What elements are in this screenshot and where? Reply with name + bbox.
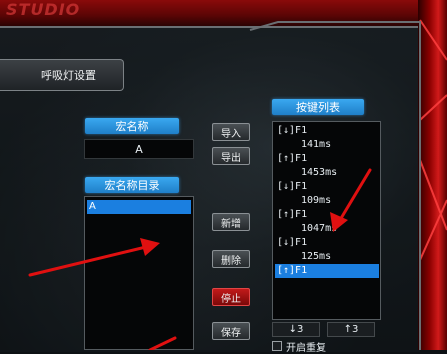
macro-name-label-text: 宏名称 bbox=[115, 120, 149, 133]
macro-list-item-label: A bbox=[89, 201, 96, 212]
key-row-text: [↑]F1 bbox=[277, 265, 308, 276]
new-button-label: 新增 bbox=[221, 218, 241, 230]
key-row[interactable]: [↑]F1 bbox=[275, 152, 379, 166]
macro-catalog-label: 宏名称目录 bbox=[85, 177, 179, 193]
key-row[interactable]: 141ms bbox=[275, 138, 379, 152]
macro-catalog-label-text: 宏名称目录 bbox=[104, 179, 160, 192]
stop-button[interactable]: 停止 bbox=[212, 288, 250, 306]
key-row[interactable]: 1453ms bbox=[275, 166, 379, 180]
import-button-label: 导入 bbox=[221, 128, 241, 140]
title-bar: STUDIO bbox=[0, 0, 447, 26]
breath-light-settings-button[interactable]: 呼吸灯设置 bbox=[0, 59, 124, 91]
repeat-label: 开启重复 bbox=[286, 343, 326, 354]
app-title: STUDIO bbox=[6, 0, 81, 19]
macro-name-label: 宏名称 bbox=[85, 118, 179, 134]
key-down-count-text: ↓3 bbox=[288, 324, 304, 335]
macro-catalog-list[interactable]: A bbox=[84, 196, 194, 350]
key-list-label-text: 按键列表 bbox=[296, 101, 340, 114]
key-row[interactable]: [↓]F1 bbox=[275, 124, 379, 138]
key-row-text: 1453ms bbox=[301, 167, 338, 178]
key-row-text: [↑]F1 bbox=[277, 153, 308, 164]
stop-button-label: 停止 bbox=[221, 293, 241, 305]
key-row[interactable]: [↑]F1 bbox=[275, 208, 379, 222]
key-row[interactable]: [↓]F1 bbox=[275, 180, 379, 194]
key-row-text: 1047ms bbox=[301, 223, 338, 234]
key-list-label: 按键列表 bbox=[272, 99, 364, 115]
save-button-label: 保存 bbox=[221, 327, 241, 339]
new-button[interactable]: 新增 bbox=[212, 213, 250, 231]
key-up-count-text: ↑3 bbox=[343, 324, 359, 335]
delete-button-label: 删除 bbox=[221, 255, 241, 267]
delete-button[interactable]: 删除 bbox=[212, 250, 250, 268]
key-row-text: 109ms bbox=[301, 195, 332, 206]
key-down-count: ↓3 bbox=[272, 322, 320, 337]
macro-name-field[interactable]: A bbox=[84, 139, 194, 159]
key-row-text: 141ms bbox=[301, 139, 332, 150]
key-row[interactable]: 125ms bbox=[275, 250, 379, 264]
key-row-selected[interactable]: [↑]F1 bbox=[275, 264, 379, 278]
key-row-text: [↓]F1 bbox=[277, 125, 308, 136]
export-button-label: 导出 bbox=[221, 152, 241, 164]
breath-light-settings-label: 呼吸灯设置 bbox=[41, 69, 96, 82]
export-button[interactable]: 导出 bbox=[212, 147, 250, 165]
decorative-red-strip bbox=[418, 0, 447, 350]
key-row-text: [↓]F1 bbox=[277, 237, 308, 248]
macro-list-item[interactable]: A bbox=[87, 200, 191, 214]
macro-name-value: A bbox=[135, 142, 143, 156]
key-row[interactable]: 1047ms bbox=[275, 222, 379, 236]
save-button[interactable]: 保存 bbox=[212, 322, 250, 340]
key-row[interactable]: [↓]F1 bbox=[275, 236, 379, 250]
key-up-count: ↑3 bbox=[327, 322, 375, 337]
key-row-text: 125ms bbox=[301, 251, 332, 262]
import-button[interactable]: 导入 bbox=[212, 123, 250, 141]
key-row[interactable]: 109ms bbox=[275, 194, 379, 208]
key-row-text: [↑]F1 bbox=[277, 209, 308, 220]
key-list[interactable]: [↓]F1 141ms [↑]F1 1453ms [↓]F1 109ms [↑]… bbox=[272, 121, 381, 320]
key-row-text: [↓]F1 bbox=[277, 181, 308, 192]
